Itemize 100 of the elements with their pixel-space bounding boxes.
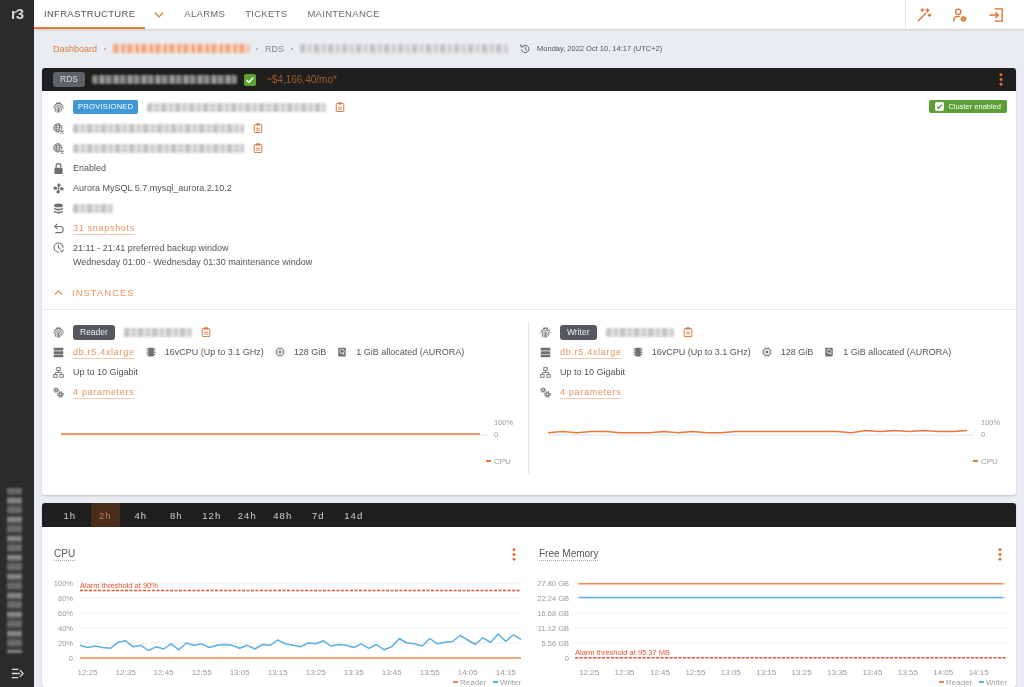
schedule-text: 21:11 - 21:41 preferred backup window — [73, 242, 230, 255]
nav-tab[interactable]: ALARMS — [174, 0, 236, 29]
x-axis-label: 13:25 — [791, 668, 812, 677]
nav-tab[interactable]: INFRASTRUCTURE — [34, 0, 146, 29]
nav-tab[interactable]: TICKETS — [235, 0, 298, 29]
legend-label: Reader — [946, 678, 973, 687]
range-tab[interactable]: 14d — [339, 503, 369, 527]
clipboard-icon[interactable] — [200, 327, 211, 337]
legend-label: Writer — [500, 678, 522, 687]
legend-label: Reader — [460, 678, 487, 687]
chip-icon — [274, 347, 285, 357]
x-axis-label: 12:25 — [579, 668, 600, 677]
x-axis-label: 13:15 — [267, 668, 288, 677]
x-axis-label: 12:55 — [685, 668, 706, 677]
more-options-icon[interactable] — [999, 73, 1003, 86]
legend-label: CPU — [981, 457, 998, 466]
database-icon — [53, 202, 64, 214]
x-axis-label: 13:45 — [862, 668, 883, 677]
history-icon — [520, 43, 531, 54]
logout-icon[interactable] — [989, 7, 1003, 22]
role-badge: Writer — [560, 324, 597, 340]
fan-icon — [53, 182, 64, 194]
gears-icon — [53, 386, 64, 398]
gears-icon — [540, 386, 551, 398]
memory-text: 128 GiB — [293, 347, 327, 357]
schedule-text: Wednesday 01:00 - Wednesday 01:30 maintenance window — [73, 256, 313, 269]
x-axis-label: 13:25 — [305, 668, 326, 677]
undo-icon — [53, 222, 64, 234]
server-icon — [53, 346, 64, 358]
network-text: Up to 10 Gigabit — [560, 367, 626, 377]
storage-text: 1 GiB allocated (AURORA) — [843, 347, 952, 357]
x-axis-label: 13:55 — [419, 668, 440, 677]
x-axis-label: 14:05 — [457, 668, 478, 677]
x-axis-label: 13:55 — [897, 668, 918, 677]
fingerprint-icon — [53, 326, 64, 338]
type-badge: RDS — [53, 72, 85, 87]
range-tab[interactable]: 24h — [232, 503, 262, 527]
logo: r3 — [10, 6, 24, 22]
network-icon — [540, 366, 551, 378]
x-axis-label: 13:35 — [343, 668, 364, 677]
expand-icon[interactable] — [10, 667, 24, 680]
range-tab[interactable]: 7d — [303, 503, 333, 527]
clipboard-icon[interactable] — [682, 327, 693, 337]
chip-icon — [761, 347, 772, 357]
cpu-text: 16vCPU (Up to 3.1 GHz) — [164, 347, 264, 357]
range-tab[interactable]: 12h — [197, 503, 227, 527]
x-axis-label: 12:35 — [614, 668, 635, 677]
x-axis-label: 12:45 — [649, 668, 670, 677]
x-axis-label: 12:35 — [115, 668, 136, 677]
lock-icon — [53, 162, 64, 174]
memory-text: 128 GiB — [780, 347, 814, 357]
chevron-down-icon[interactable] — [154, 9, 165, 20]
x-axis-label: 13:15 — [756, 668, 777, 677]
hard-drive-icon — [337, 347, 348, 357]
fingerprint-icon — [540, 326, 551, 338]
x-axis-label: 14:05 — [933, 668, 954, 677]
range-tab[interactable]: 2h — [90, 503, 120, 527]
x-axis-label: 13:35 — [827, 668, 848, 677]
nav-tab[interactable]: MAINTENANCE — [297, 0, 390, 29]
fingerprint-icon — [53, 101, 64, 113]
user-settings-icon[interactable] — [953, 7, 967, 22]
chevron-up-icon — [54, 287, 63, 297]
chart-title: Free Memory — [539, 547, 599, 561]
storage-text: 1 GiB allocated (AURORA) — [356, 347, 465, 357]
x-axis-label: 12:55 — [191, 668, 212, 677]
range-tab[interactable]: 1h — [55, 503, 85, 527]
role-badge: Reader — [73, 324, 115, 340]
cpu-text: 16vCPU (Up to 3.1 GHz) — [651, 347, 751, 357]
range-tab[interactable]: 48h — [268, 503, 298, 527]
x-axis-label: 12:45 — [153, 668, 174, 677]
engine-version-text: Aurora MySQL 5.7.mysql_aurora.2.10.2 — [73, 183, 232, 193]
range-tab[interactable]: 8h — [161, 503, 191, 527]
clock-icon — [53, 242, 64, 253]
encryption-status-text: Enabled — [73, 163, 107, 173]
checkbox-icon[interactable] — [243, 73, 256, 86]
more-options-icon[interactable] — [998, 547, 1002, 561]
x-axis-label: 14:15 — [495, 668, 516, 677]
legend-label: CPU — [494, 457, 511, 466]
x-axis-label: 13:45 — [381, 668, 402, 677]
clipboard-icon[interactable] — [335, 102, 346, 112]
range-tab[interactable]: 4h — [126, 503, 156, 527]
more-options-icon[interactable] — [512, 547, 516, 561]
network-icon — [53, 366, 64, 378]
breadcrumb-text: RDS — [265, 43, 285, 54]
x-axis-label: 12:25 — [77, 668, 98, 677]
x-axis-label: 14:15 — [968, 668, 989, 677]
wand-icon[interactable] — [917, 7, 931, 22]
price-text: ~$4,166.40/mo* — [265, 74, 337, 85]
legend-label: Writer — [986, 678, 1008, 687]
hard-drive-icon — [824, 347, 835, 357]
globe-icon — [53, 122, 64, 134]
server-icon — [540, 346, 551, 358]
globe-icon — [53, 142, 64, 154]
clipboard-icon[interactable] — [253, 143, 263, 153]
checkbox-icon[interactable] — [935, 102, 945, 111]
x-axis-label: 13:05 — [229, 668, 250, 677]
x-axis-label: 13:05 — [720, 668, 741, 677]
chart-title: CPU — [54, 547, 76, 561]
clipboard-icon[interactable] — [253, 123, 263, 133]
cpu-icon — [632, 347, 643, 357]
